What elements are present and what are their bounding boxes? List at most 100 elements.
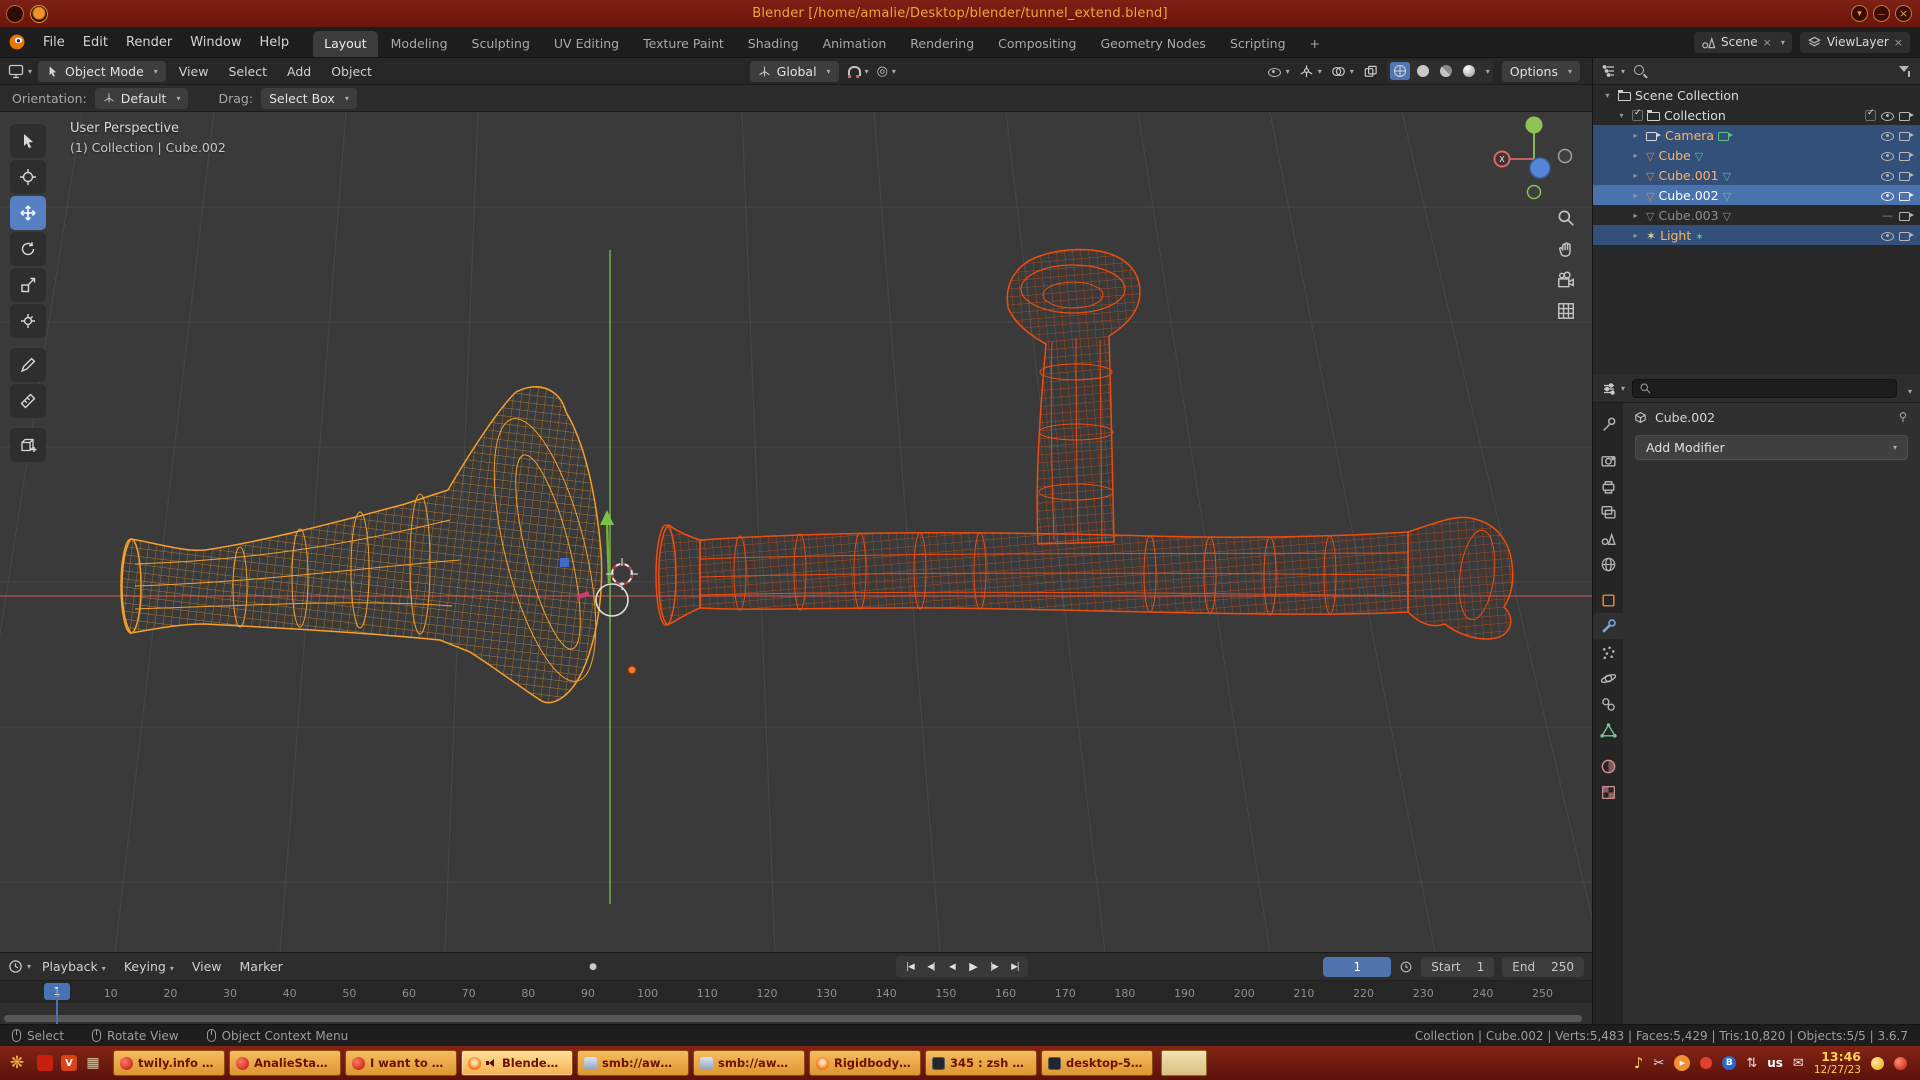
tab-shading[interactable]: Shading xyxy=(737,31,810,57)
recording-tray-icon[interactable] xyxy=(1700,1057,1712,1069)
jump-to-end-button[interactable]: ▶| xyxy=(1005,958,1024,975)
navigation-gizmo[interactable]: X xyxy=(1495,117,1572,199)
end-frame-field[interactable]: End 250 xyxy=(1502,957,1584,977)
tab-view-layer[interactable] xyxy=(1593,499,1623,525)
tab-constraints[interactable] xyxy=(1593,691,1623,717)
tab-output[interactable] xyxy=(1593,473,1623,499)
bluetooth-tray-icon[interactable] xyxy=(1722,1056,1736,1070)
orientation-default-dropdown[interactable]: Default xyxy=(95,88,189,109)
taskbar-window-button[interactable]: 345 : zsh … xyxy=(925,1050,1037,1076)
hide-eye-icon[interactable] xyxy=(1880,189,1895,202)
auto-keying-button[interactable] xyxy=(585,958,602,975)
playhead-line[interactable] xyxy=(56,1000,58,1025)
tab-particles[interactable] xyxy=(1593,639,1623,665)
tab-material[interactable] xyxy=(1593,753,1623,779)
view-layer-remove-icon[interactable] xyxy=(1894,35,1903,49)
scene-unlink-icon[interactable] xyxy=(1763,35,1772,49)
shading-solid-button[interactable] xyxy=(1413,62,1433,80)
tool-transform[interactable] xyxy=(10,304,46,338)
scene-selector[interactable]: Scene xyxy=(1694,32,1792,53)
taskbar-window-button[interactable]: twily.info … xyxy=(113,1050,225,1076)
mode-dropdown[interactable]: Object Mode xyxy=(38,61,166,82)
menu-edit[interactable]: Edit xyxy=(74,27,117,57)
collection-checkbox[interactable] xyxy=(1632,110,1643,121)
tab-tool[interactable] xyxy=(1593,411,1623,437)
options-dropdown[interactable]: Options xyxy=(1502,61,1580,82)
render-visibility-icon[interactable] xyxy=(1899,209,1914,221)
timeline-menu-playback[interactable]: Playback xyxy=(35,959,113,974)
workspace-pager[interactable] xyxy=(1161,1050,1207,1076)
menu-help[interactable]: Help xyxy=(251,27,299,57)
shade-button[interactable] xyxy=(1851,5,1868,22)
taskbar-window-button[interactable]: I want to … xyxy=(345,1050,457,1076)
mesh-right-wireframe[interactable] xyxy=(656,249,1513,638)
next-keyframe-button[interactable]: |▶ xyxy=(984,958,1003,975)
clock[interactable]: 13:46 12/27/23 xyxy=(1814,1050,1861,1076)
keyboard-layout-indicator[interactable]: us xyxy=(1767,1056,1783,1070)
render-visibility-icon[interactable] xyxy=(1899,109,1914,121)
viewport-menu-select[interactable]: Select xyxy=(221,64,274,79)
hide-eye-icon[interactable] xyxy=(1880,109,1895,122)
clipboard-tray-icon[interactable] xyxy=(1653,1056,1664,1071)
zoom-control[interactable] xyxy=(1556,208,1576,228)
add-workspace-tab[interactable]: + xyxy=(1299,31,1331,57)
tab-texture-paint[interactable]: Texture Paint xyxy=(632,31,735,57)
tab-object-data[interactable] xyxy=(1593,717,1623,743)
taskbar-window-button[interactable]: desktop-5… xyxy=(1041,1050,1153,1076)
render-visibility-icon[interactable] xyxy=(1899,149,1914,161)
tab-object[interactable] xyxy=(1593,587,1623,613)
viewport-menu-add[interactable]: Add xyxy=(280,64,318,79)
timeline-editor-selector[interactable] xyxy=(8,959,31,974)
shading-wireframe-button[interactable] xyxy=(1390,62,1410,80)
outliner-editor-selector[interactable] xyxy=(1601,63,1625,79)
ortho-toggle-control[interactable] xyxy=(1556,301,1576,321)
tab-animation[interactable]: Animation xyxy=(812,31,898,57)
play-reverse-button[interactable]: ◀ xyxy=(942,958,961,975)
menu-render[interactable]: Render xyxy=(117,27,181,57)
snap-toggle[interactable] xyxy=(847,65,869,78)
blender-logo-icon[interactable] xyxy=(0,33,34,51)
camera-view-control[interactable] xyxy=(1556,270,1576,290)
disclosure-icon[interactable] xyxy=(1629,191,1642,200)
hide-eye-icon[interactable] xyxy=(1880,129,1895,142)
outliner-row-camera[interactable]: Camera xyxy=(1593,125,1920,145)
pan-control[interactable] xyxy=(1556,239,1576,259)
drag-mode-dropdown[interactable]: Select Box xyxy=(261,88,357,109)
tool-move[interactable] xyxy=(10,196,46,230)
filter-icon[interactable] xyxy=(1898,65,1912,78)
outliner-row-cube-003[interactable]: Cube.003 — xyxy=(1593,205,1920,225)
search-icon[interactable] xyxy=(1633,64,1647,78)
timeline-scrollbar[interactable] xyxy=(4,1015,1582,1022)
tab-render[interactable] xyxy=(1593,447,1623,473)
tab-geometry-nodes[interactable]: Geometry Nodes xyxy=(1090,31,1217,57)
taskbar-window-button[interactable]: Blende… xyxy=(461,1050,573,1076)
power-tray-icon[interactable] xyxy=(1894,1057,1907,1070)
view-layer-selector[interactable]: ViewLayer xyxy=(1800,32,1910,53)
taskbar-window-button[interactable]: smb://aw… xyxy=(693,1050,805,1076)
mail-tray-icon[interactable] xyxy=(1793,1056,1804,1071)
timeline-track-area[interactable] xyxy=(0,1003,1592,1025)
outliner-row-light[interactable]: Light xyxy=(1593,225,1920,245)
hide-eye-icon[interactable] xyxy=(1880,169,1895,182)
minimize-button[interactable] xyxy=(1873,5,1890,22)
launcher-icon-1[interactable] xyxy=(33,1051,57,1075)
timeline-menu-keying[interactable]: Keying xyxy=(117,959,181,974)
tab-uv-editing[interactable]: UV Editing xyxy=(543,31,630,57)
shading-rendered-button[interactable] xyxy=(1459,62,1479,80)
taskbar-window-button[interactable]: Rigidbody… xyxy=(809,1050,921,1076)
render-visibility-icon[interactable] xyxy=(1899,129,1914,141)
timeline-menu-view[interactable]: View xyxy=(185,959,229,974)
overlays-dropdown[interactable] xyxy=(1331,64,1354,79)
render-visibility-icon[interactable] xyxy=(1899,169,1914,181)
disclosure-icon[interactable] xyxy=(1615,111,1628,120)
tab-physics[interactable] xyxy=(1593,665,1623,691)
jump-to-start-button[interactable]: |◀ xyxy=(900,958,919,975)
collection-exclude-checkbox[interactable] xyxy=(1865,110,1876,121)
tab-rendering[interactable]: Rendering xyxy=(899,31,985,57)
tab-modeling[interactable]: Modeling xyxy=(380,31,459,57)
start-frame-field[interactable]: Start 1 xyxy=(1421,957,1494,977)
tab-layout[interactable]: Layout xyxy=(313,31,378,57)
tool-annotate[interactable] xyxy=(10,348,46,382)
transform-orientation-dropdown[interactable]: Global xyxy=(750,61,839,82)
disclosure-icon[interactable] xyxy=(1629,151,1642,160)
